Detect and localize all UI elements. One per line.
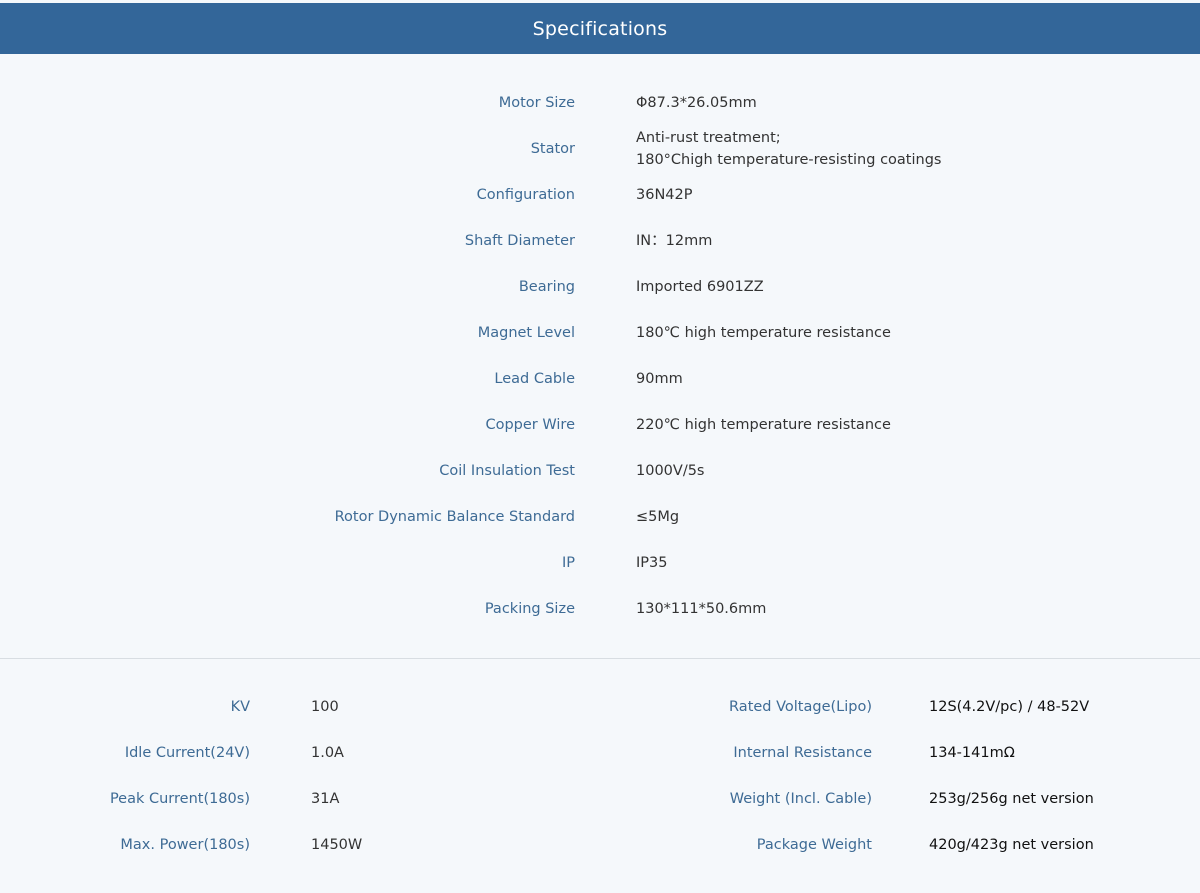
spec-value-line: 180°Chigh temperature-resisting coatings	[636, 152, 942, 168]
spec-row: Stator Anti-rust treatment; 180°Chigh temp…	[0, 126, 1200, 172]
specifications-page: Specifications Motor Size Φ87.3*26.05mm St…	[0, 0, 1200, 893]
spec-value-line: Φ87.3*26.05mm	[636, 95, 757, 111]
electrical-specs: KV 100 Rated Voltage(Lipo) 12S(4.2V/pc) / 4…	[0, 659, 1200, 893]
spec-value-line: IN：12mm	[636, 233, 713, 249]
spec-label: Motor Size	[498, 95, 575, 111]
spec-label: Coil Insulation Test	[439, 463, 575, 479]
spec-value: ≤5Mg	[636, 494, 679, 540]
spec-row: Motor Size Φ87.3*26.05mm	[0, 80, 1200, 126]
electrical-row: Max. Power(180s) 1450W Package Weight 420g/…	[0, 822, 1200, 868]
spec-label: Bearing	[518, 279, 575, 295]
electrical-value: 31A	[311, 791, 340, 807]
spec-row: Lead Cable 90mm	[0, 356, 1200, 402]
spec-value-line: 180℃ high temperature resistance	[636, 325, 891, 341]
spec-value-line: Imported 6901ZZ	[636, 279, 764, 295]
spec-value: 1000V/5s	[636, 448, 705, 494]
spec-row: Copper Wire 220℃ high temperature resista…	[0, 402, 1200, 448]
spec-value: 90mm	[636, 356, 683, 402]
spec-label: Rotor Dynamic Balance Standard	[334, 509, 575, 525]
spec-row: Magnet Level 180℃ high temperature resist…	[0, 310, 1200, 356]
electrical-label: KV	[230, 699, 250, 715]
electrical-label: Weight (Incl. Cable)	[729, 791, 872, 807]
spec-value: Anti-rust treatment; 180°Chigh temperatur…	[636, 126, 941, 172]
spec-row: Shaft Diameter IN：12mm	[0, 218, 1200, 264]
electrical-row: KV 100 Rated Voltage(Lipo) 12S(4.2V/pc) / 4…	[0, 684, 1200, 730]
electrical-value: 420g/423g net version	[929, 837, 1094, 853]
spec-label: IP	[561, 555, 575, 571]
spec-value-line: ≤5Mg	[636, 509, 680, 525]
electrical-value: 100	[311, 699, 339, 715]
electrical-value: 12S(4.2V/pc) / 48-52V	[929, 699, 1090, 715]
spec-value-line: 1000V/5s	[636, 463, 705, 479]
specifications-header: Specifications	[0, 3, 1200, 54]
spec-row: Rotor Dynamic Balance Standard ≤5Mg	[0, 494, 1200, 540]
spec-value-line: IP35	[636, 555, 668, 571]
spec-row: Bearing Imported 6901ZZ	[0, 264, 1200, 310]
spec-label: Shaft Diameter	[464, 233, 575, 249]
spec-label: Magnet Level	[477, 325, 575, 341]
electrical-value: 253g/256g net version	[929, 791, 1094, 807]
electrical-value: 1.0A	[311, 745, 344, 761]
electrical-label: Internal Resistance	[733, 745, 872, 761]
electrical-label: Idle Current(24V)	[124, 745, 250, 761]
electrical-label: Package Weight	[756, 837, 872, 853]
spec-row: Configuration 36N42P	[0, 172, 1200, 218]
spec-row: Packing Size 130*111*50.6mm	[0, 586, 1200, 632]
spec-label: Stator	[530, 141, 575, 157]
electrical-label: Rated Voltage(Lipo)	[729, 699, 872, 715]
spec-value: 180℃ high temperature resistance	[636, 310, 891, 356]
electrical-value: 134-141mΩ	[929, 745, 1015, 761]
electrical-value: 1450W	[311, 837, 363, 853]
electrical-label: Peak Current(180s)	[109, 791, 250, 807]
spec-label: Lead Cable	[494, 371, 575, 387]
spec-row: Coil Insulation Test 1000V/5s	[0, 448, 1200, 494]
spec-value: 36N42P	[636, 172, 693, 218]
spec-row: IP IP35	[0, 540, 1200, 586]
electrical-label: Max. Power(180s)	[120, 837, 250, 853]
spec-value-line: Anti-rust treatment;	[636, 130, 781, 146]
spec-value: Imported 6901ZZ	[636, 264, 764, 310]
page-title: Specifications	[532, 17, 668, 40]
spec-value-line: 90mm	[636, 371, 683, 387]
spec-value: Φ87.3*26.05mm	[636, 80, 757, 126]
spec-label: Configuration	[476, 187, 575, 203]
spec-value: IN：12mm	[636, 218, 712, 264]
spec-value-line: 220℃ high temperature resistance	[636, 417, 891, 433]
spec-value: 220℃ high temperature resistance	[636, 402, 891, 448]
electrical-row: Idle Current(24V) 1.0A Internal Resistance…	[0, 730, 1200, 776]
spec-value: IP35	[636, 540, 667, 586]
spec-value: 130*111*50.6mm	[636, 586, 766, 632]
spec-label: Packing Size	[484, 601, 575, 617]
spec-value-line: 130*111*50.6mm	[636, 601, 767, 617]
spec-label: Copper Wire	[485, 417, 575, 433]
electrical-row: Peak Current(180s) 31A Weight (Incl. Cable…	[0, 776, 1200, 822]
spec-value-line: 36N42P	[636, 187, 693, 203]
